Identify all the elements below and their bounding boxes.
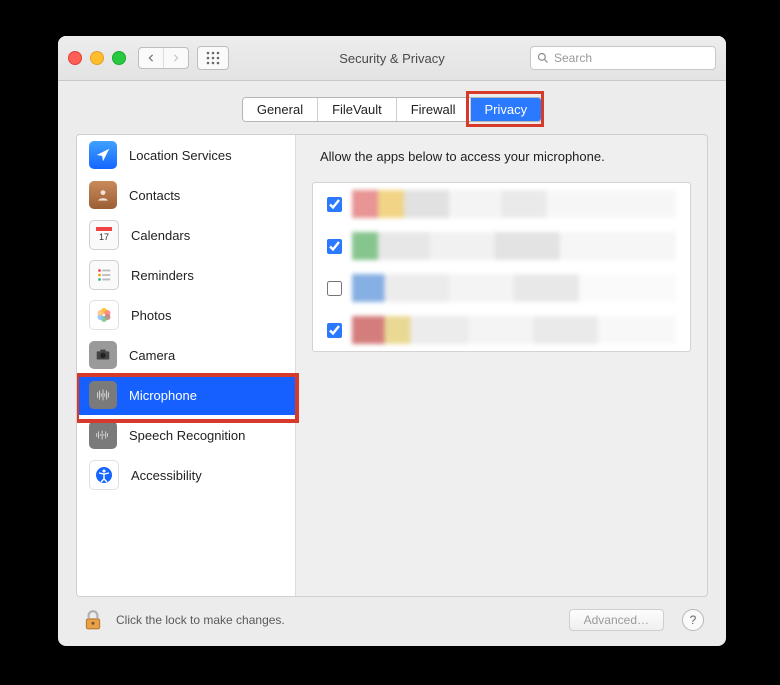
chevron-left-icon bbox=[147, 54, 155, 62]
preferences-window: Security & Privacy Search General FileVa… bbox=[58, 36, 726, 646]
app-name-redacted bbox=[352, 316, 676, 344]
close-icon[interactable] bbox=[68, 51, 82, 65]
svg-text:17: 17 bbox=[99, 232, 109, 242]
location-arrow-icon bbox=[89, 141, 117, 169]
sidebar-item-label: Location Services bbox=[129, 148, 232, 163]
sidebar-item-label: Reminders bbox=[131, 268, 194, 283]
grid-icon bbox=[206, 51, 220, 65]
nav-back-forward bbox=[138, 47, 189, 69]
app-permission-list bbox=[312, 182, 691, 352]
sidebar-item-label: Microphone bbox=[129, 388, 197, 403]
lock-button[interactable] bbox=[80, 607, 106, 633]
app-name-redacted bbox=[352, 232, 676, 260]
search-icon bbox=[537, 52, 549, 64]
sidebar-item-camera[interactable]: Camera bbox=[77, 335, 295, 375]
sidebar-item-accessibility[interactable]: Accessibility bbox=[77, 455, 295, 495]
tab-bar: General FileVault Firewall Privacy bbox=[76, 97, 708, 122]
sidebar-item-label: Accessibility bbox=[131, 468, 202, 483]
privacy-sidebar: Location Services Contacts 17 Calendars bbox=[77, 135, 296, 596]
app-checkbox[interactable] bbox=[327, 239, 342, 254]
help-button[interactable]: ? bbox=[682, 609, 704, 631]
sidebar-item-photos[interactable]: Photos bbox=[77, 295, 295, 335]
advanced-button[interactable]: Advanced… bbox=[569, 609, 664, 631]
show-all-button[interactable] bbox=[197, 46, 229, 70]
app-row bbox=[313, 309, 690, 351]
lock-icon bbox=[82, 609, 104, 631]
sidebar-item-contacts[interactable]: Contacts bbox=[77, 175, 295, 215]
search-field[interactable]: Search bbox=[530, 46, 716, 70]
tab-segmented-control: General FileVault Firewall Privacy bbox=[242, 97, 542, 122]
sidebar-item-reminders[interactable]: Reminders bbox=[77, 255, 295, 295]
calendar-icon: 17 bbox=[89, 220, 119, 250]
app-checkbox[interactable] bbox=[327, 197, 342, 212]
app-checkbox[interactable] bbox=[327, 281, 342, 296]
sidebar-item-label: Contacts bbox=[129, 188, 180, 203]
lock-hint-text: Click the lock to make changes. bbox=[116, 613, 285, 627]
titlebar: Security & Privacy Search bbox=[58, 36, 726, 81]
privacy-panel: Location Services Contacts 17 Calendars bbox=[76, 134, 708, 597]
app-checkbox[interactable] bbox=[327, 323, 342, 338]
sidebar-item-label: Camera bbox=[129, 348, 175, 363]
traffic-lights bbox=[68, 51, 126, 65]
reminders-icon bbox=[89, 260, 119, 290]
minimize-icon[interactable] bbox=[90, 51, 104, 65]
forward-button[interactable] bbox=[164, 48, 188, 68]
contacts-icon bbox=[89, 181, 117, 209]
speech-icon bbox=[89, 421, 117, 449]
tab-privacy[interactable]: Privacy bbox=[471, 98, 542, 121]
app-name-redacted bbox=[352, 190, 676, 218]
app-row bbox=[313, 183, 690, 225]
pane-description: Allow the apps below to access your micr… bbox=[312, 149, 691, 164]
accessibility-icon bbox=[89, 460, 119, 490]
camera-icon bbox=[89, 341, 117, 369]
app-row bbox=[313, 225, 690, 267]
microphone-icon bbox=[89, 381, 117, 409]
tab-firewall[interactable]: Firewall bbox=[397, 98, 471, 121]
sidebar-item-calendars[interactable]: 17 Calendars bbox=[77, 215, 295, 255]
sidebar-item-speech-recognition[interactable]: Speech Recognition bbox=[77, 415, 295, 455]
search-placeholder: Search bbox=[554, 51, 592, 65]
app-name-redacted bbox=[352, 274, 676, 302]
sidebar-item-location-services[interactable]: Location Services bbox=[77, 135, 295, 175]
sidebar-item-label: Calendars bbox=[131, 228, 190, 243]
main-pane: Allow the apps below to access your micr… bbox=[296, 135, 707, 596]
sidebar-item-label: Speech Recognition bbox=[129, 428, 245, 443]
tab-general[interactable]: General bbox=[243, 98, 318, 121]
zoom-icon[interactable] bbox=[112, 51, 126, 65]
sidebar-item-label: Photos bbox=[131, 308, 171, 323]
app-row bbox=[313, 267, 690, 309]
chevron-right-icon bbox=[172, 54, 180, 62]
tab-filevault[interactable]: FileVault bbox=[318, 98, 397, 121]
photos-icon bbox=[89, 300, 119, 330]
content-area: General FileVault Firewall Privacy Locat… bbox=[58, 81, 726, 646]
back-button[interactable] bbox=[139, 48, 164, 68]
footer: Click the lock to make changes. Advanced… bbox=[76, 597, 708, 633]
sidebar-item-microphone[interactable]: Microphone bbox=[77, 375, 295, 415]
